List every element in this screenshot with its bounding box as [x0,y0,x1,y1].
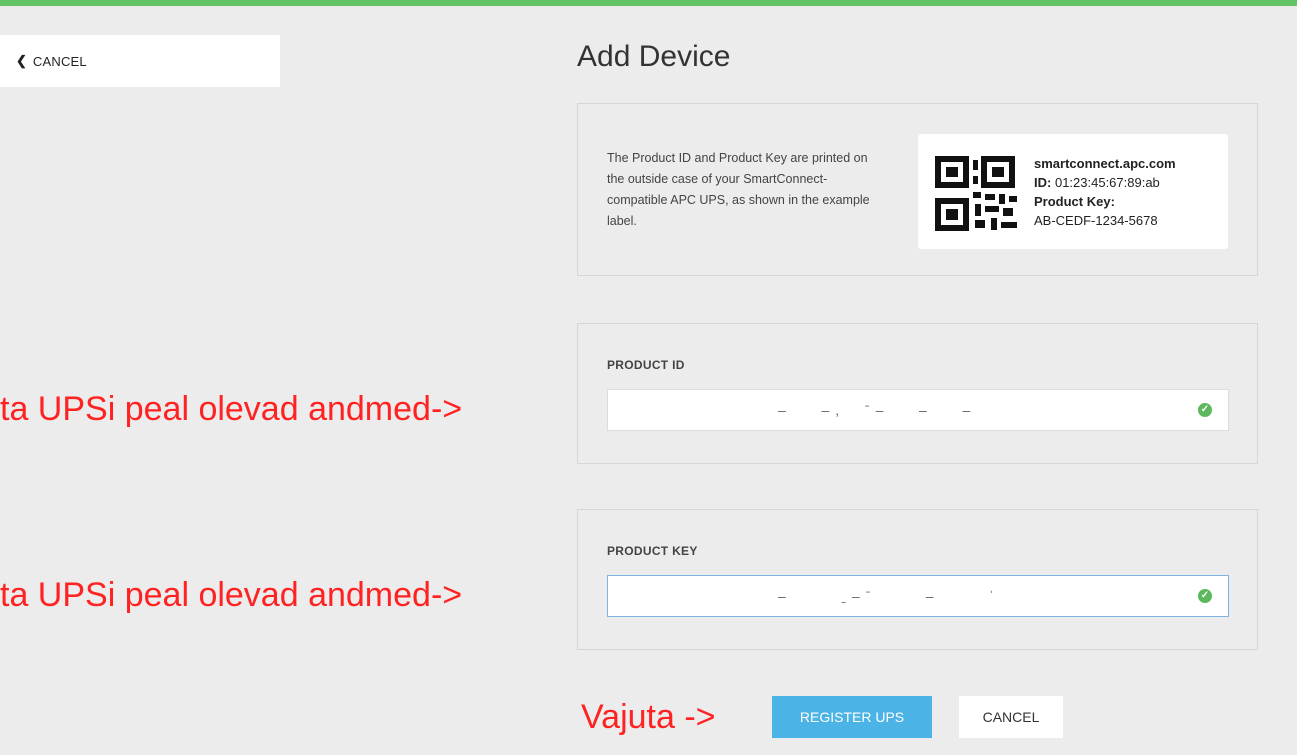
example-label-text: smartconnect.apc.com ID: 01:23:45:67:89:… [1034,154,1176,230]
label-id-value: 01:23:45:67:89:ab [1054,175,1160,190]
qr-code-icon [935,156,1017,231]
chevron-left-icon: ❮ [16,53,27,68]
annotation-register: Vajuta -> [581,698,716,736]
label-id-prefix: ID: [1034,175,1052,190]
product-key-label: PRODUCT KEY [607,544,698,558]
product-key-input[interactable]: – ˍ–ˉ – ˈ ✓ [607,575,1229,617]
check-circle-icon: ✓ [1198,589,1212,603]
annotation-product-id: ta UPSi peal olevad andmed-> [0,390,463,428]
product-id-input[interactable]: – –, ˉ– – – ✓ [607,389,1229,431]
cancel-nav-link[interactable]: ❮ CANCEL [0,35,280,87]
annotation-product-key: ta UPSi peal olevad andmed-> [0,576,463,614]
page-title: Add Device [577,40,731,73]
label-key-value: AB-CEDF-1234-5678 [1034,213,1158,228]
product-key-panel: PRODUCT KEY – ˍ–ˉ – ˈ ✓ [577,509,1258,650]
top-accent-bar [0,0,1297,6]
product-id-panel: PRODUCT ID – –, ˉ– – – ✓ [577,323,1258,464]
label-id-line: ID: 01:23:45:67:89:ab [1034,173,1176,192]
info-panel: The Product ID and Product Key are print… [577,103,1258,276]
product-id-value: – –, ˉ– – – [778,402,977,418]
product-id-label: PRODUCT ID [607,358,685,372]
label-key-prefix: Product Key: [1034,194,1115,209]
info-text: The Product ID and Product Key are print… [607,151,870,228]
check-circle-icon: ✓ [1198,403,1212,417]
cancel-button[interactable]: CANCEL [959,696,1063,738]
label-site: smartconnect.apc.com [1034,156,1176,171]
product-key-value: – ˍ–ˉ – ˈ [778,588,1000,604]
example-label-card: smartconnect.apc.com ID: 01:23:45:67:89:… [918,134,1228,249]
cancel-nav-label: CANCEL [32,53,87,69]
register-ups-button[interactable]: REGISTER UPS [772,696,932,738]
